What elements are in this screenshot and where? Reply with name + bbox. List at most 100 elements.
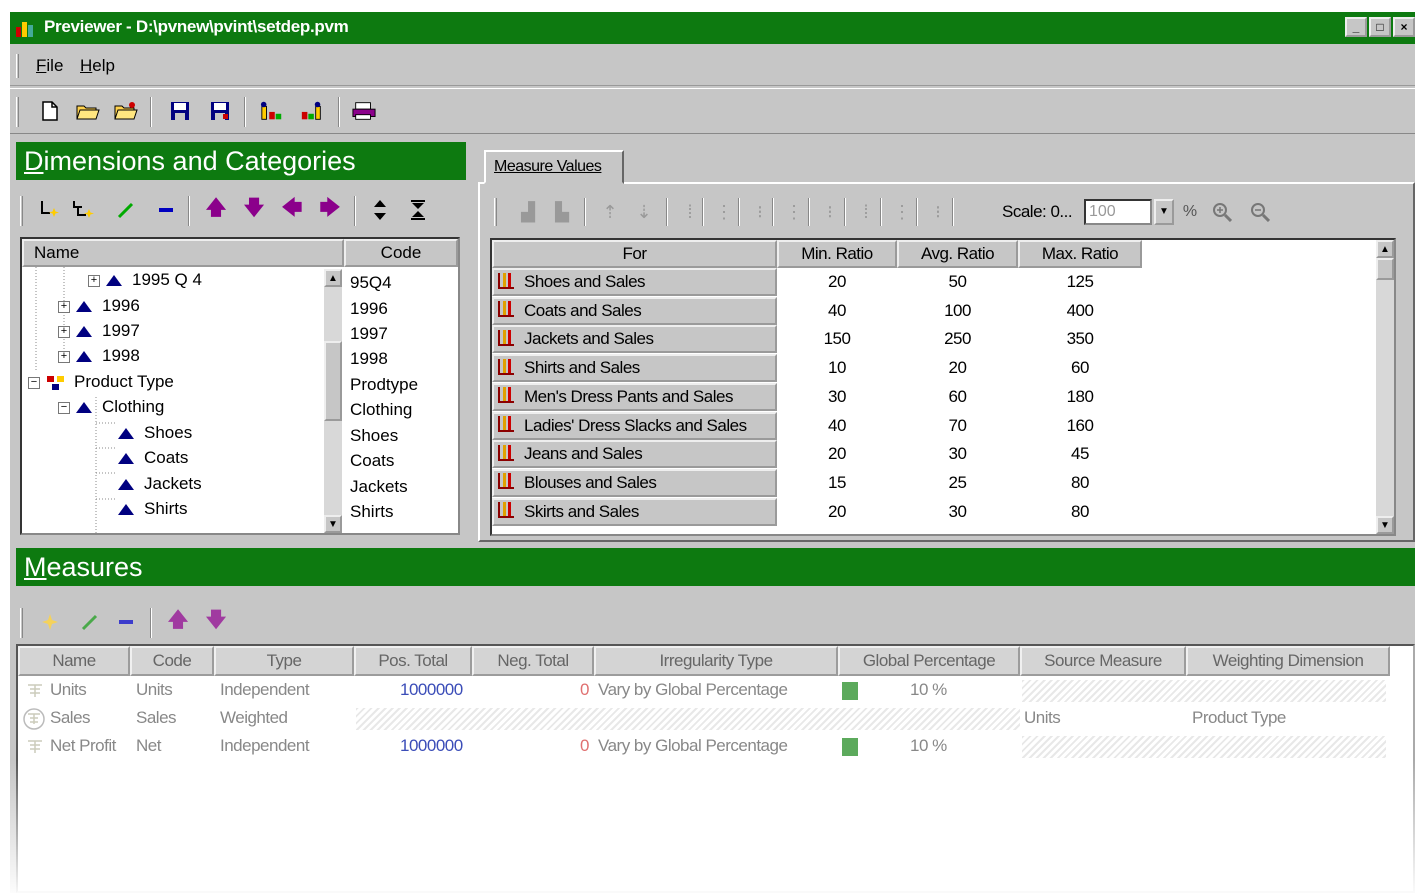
tree-header-name[interactable]: Name (22, 239, 344, 267)
grid-row-label[interactable]: Men's Dress Pants and Sales (492, 382, 777, 411)
collapse-all-icon[interactable] (406, 198, 430, 222)
scroll-up-icon[interactable]: ▲ (324, 269, 342, 287)
align-top-icon[interactable]: ⁝ (748, 200, 772, 224)
tree-item-1995q4[interactable]: +1995 Q 4 (88, 267, 202, 292)
scroll-thumb[interactable] (324, 341, 342, 421)
grid-cell-max[interactable]: 45 (1018, 440, 1142, 468)
grid-header-min[interactable]: Min. Ratio (777, 240, 897, 268)
align-left-icon[interactable]: ⁞ (678, 200, 702, 224)
move-right-arrow-icon[interactable]: 🡆 (318, 197, 342, 222)
tree-item-coats[interactable]: Coats (118, 445, 188, 470)
open-folder-icon[interactable] (76, 99, 100, 123)
grid-row-label[interactable]: Coats and Sales (492, 296, 777, 325)
grid-cell-max[interactable]: 160 (1018, 412, 1142, 440)
export-icon[interactable] (300, 99, 324, 123)
grid-row-label[interactable]: Blouses and Sales (492, 468, 777, 497)
grid-cell-max[interactable]: 125 (1018, 268, 1142, 296)
grid-cell-avg[interactable]: 30 (897, 498, 1018, 526)
tree-item-1998[interactable]: +1998 (58, 343, 140, 368)
scroll-thumb[interactable] (1376, 258, 1394, 280)
expand-plus-icon[interactable]: + (58, 350, 70, 363)
grid-row-label[interactable]: Jeans and Sales (492, 440, 777, 469)
percent-icon[interactable]: % (1178, 200, 1202, 224)
tree-item-jackets[interactable]: Jackets (118, 471, 202, 496)
grid-cell-min[interactable]: 40 (777, 412, 897, 440)
grid-cell-avg[interactable]: 50 (897, 268, 1018, 296)
grid-cell-max[interactable]: 80 (1018, 498, 1142, 526)
expand-plus-icon[interactable]: + (88, 274, 100, 287)
move-down-arrow-icon[interactable]: 🡇 (242, 197, 266, 222)
expand-plus-icon[interactable]: + (58, 325, 70, 338)
move-left-arrow-icon[interactable]: 🡄 (280, 197, 304, 222)
save-as-icon[interactable] (208, 99, 232, 123)
align-mid-icon[interactable]: ⁞ (854, 200, 878, 224)
scale-dropdown-button[interactable]: ▼ (1154, 199, 1174, 225)
scale-input[interactable]: 100 (1084, 199, 1152, 225)
grid-cell-max[interactable]: 400 (1018, 297, 1142, 325)
lock-icon[interactable]: ▟ (516, 200, 540, 224)
align-equal-icon[interactable]: ⋮ (890, 200, 914, 224)
measures-header-global-percentage[interactable]: Global Percentage (838, 646, 1020, 676)
expand-plus-icon[interactable]: + (58, 300, 70, 313)
tree-item-1997[interactable]: +1997 (58, 318, 140, 343)
zoom-in-icon[interactable] (1210, 200, 1234, 224)
tree-scrollbar[interactable]: ▲ ▼ (324, 269, 342, 533)
grid-cell-avg[interactable]: 25 (897, 469, 1018, 497)
grid-cell-min[interactable]: 15 (777, 469, 897, 497)
grid-cell-avg[interactable]: 60 (897, 383, 1018, 411)
measure-row-sales[interactable]: Sales (22, 704, 91, 732)
import-icon[interactable] (260, 99, 284, 123)
grid-row-label[interactable]: Ladies' Dress Slacks and Sales (492, 411, 777, 440)
align-bottom-icon[interactable]: ⋮ (712, 200, 736, 224)
add-dimension-icon[interactable] (38, 198, 62, 222)
maximize-button[interactable]: □ (1369, 17, 1391, 37)
tree-item-shirts[interactable]: Shirts (118, 496, 187, 521)
expand-all-icon[interactable] (368, 198, 392, 222)
add-category-icon[interactable] (72, 198, 96, 222)
unlock-icon[interactable]: ▙ (550, 200, 574, 224)
measures-header-weighting[interactable]: Weighting Dimension (1186, 646, 1390, 676)
collapse-minus-icon[interactable]: − (28, 376, 40, 389)
grid-cell-max[interactable]: 180 (1018, 383, 1142, 411)
grid-row-label[interactable]: Shoes and Sales (492, 268, 777, 296)
save-icon[interactable] (168, 99, 192, 123)
measures-header-name[interactable]: Name (18, 646, 130, 676)
close-button[interactable]: × (1393, 17, 1415, 37)
grid-cell-min[interactable]: 20 (777, 268, 897, 296)
grid-cell-avg[interactable]: 70 (897, 412, 1018, 440)
move-up-arrow-icon[interactable]: 🡅 (204, 197, 228, 222)
move-down-arrow-icon[interactable]: 🡇 (204, 609, 228, 634)
scroll-down-icon[interactable]: ▼ (324, 515, 342, 533)
tab-measure-values[interactable]: Measure Values (484, 150, 624, 184)
open-recent-icon[interactable] (114, 99, 138, 123)
measures-header-type[interactable]: Type (214, 646, 354, 676)
align-fixed-icon[interactable]: ⁝ (926, 200, 950, 224)
tree-item-product-type[interactable]: − Product Type (28, 369, 174, 394)
grid-row-label[interactable]: Skirts and Sales (492, 497, 777, 526)
grid-row-label[interactable]: Shirts and Sales (492, 354, 777, 383)
grid-cell-min[interactable]: 150 (777, 325, 897, 353)
grid-header-for[interactable]: For (492, 240, 777, 268)
grid-cell-min[interactable]: 10 (777, 354, 897, 382)
grid-scrollbar[interactable]: ▲ ▼ (1376, 240, 1394, 534)
zoom-out-icon[interactable] (1248, 200, 1272, 224)
delete-minus-icon[interactable] (114, 610, 138, 634)
grid-cell-min[interactable]: 20 (777, 440, 897, 468)
grid-cell-min[interactable]: 30 (777, 383, 897, 411)
new-file-icon[interactable] (38, 99, 62, 123)
collapse-minus-icon[interactable]: − (58, 401, 70, 414)
preview-icon[interactable] (352, 99, 376, 123)
edit-pencil-icon[interactable] (78, 610, 102, 634)
scroll-up-icon[interactable]: ▲ (1376, 240, 1394, 258)
minimize-button[interactable]: _ (1345, 17, 1367, 37)
add-measure-icon[interactable] (38, 610, 62, 634)
delete-minus-icon[interactable] (154, 198, 178, 222)
lower-value-icon[interactable]: ⇣ (632, 200, 656, 224)
grid-cell-avg[interactable]: 30 (897, 440, 1018, 468)
grid-cell-avg[interactable]: 100 (897, 297, 1018, 325)
move-up-arrow-icon[interactable]: 🡅 (166, 609, 190, 634)
measures-header-source[interactable]: Source Measure (1020, 646, 1186, 676)
grid-cell-max[interactable]: 80 (1018, 469, 1142, 497)
tree-item-1996[interactable]: +1996 (58, 293, 140, 318)
grid-cell-min[interactable]: 20 (777, 498, 897, 526)
